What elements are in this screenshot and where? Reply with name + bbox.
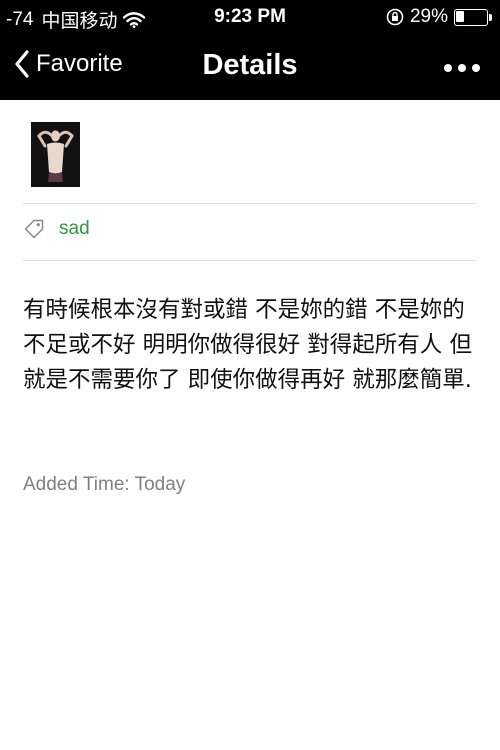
added-time: Added Time: Today — [23, 474, 186, 495]
rotation-lock-icon — [386, 8, 404, 26]
more-icon — [444, 64, 452, 72]
divider — [23, 203, 477, 204]
page-title: Details — [202, 49, 298, 81]
more-options-button[interactable] — [444, 58, 480, 78]
battery-fill — [456, 10, 464, 22]
more-icon-dot — [472, 64, 480, 72]
divider — [23, 260, 477, 261]
tag-icon — [24, 219, 44, 239]
favorite-text-content: 有時候根本沒有對或錯 不是妳的錯 不是妳的不足或不好 明明你做得很好 對得起所有… — [23, 297, 472, 393]
status-right: 29% — [386, 6, 492, 28]
person-photo — [31, 122, 80, 187]
favorite-image-thumbnail[interactable] — [31, 122, 80, 187]
navigation-bar: Favorite Details — [0, 34, 500, 100]
tag-row[interactable]: sad — [23, 218, 90, 240]
status-bar: -74 中国移动 9:23 PM 29% — [0, 0, 500, 34]
battery-tip — [489, 13, 492, 21]
battery-icon — [454, 8, 492, 26]
tag-label: sad — [59, 218, 90, 239]
battery-percent: 29% — [409, 6, 448, 27]
favorite-details-screen: -74 中国移动 9:23 PM 29% Favorite Details sa… — [0, 0, 500, 750]
more-icon-dot — [458, 64, 466, 72]
